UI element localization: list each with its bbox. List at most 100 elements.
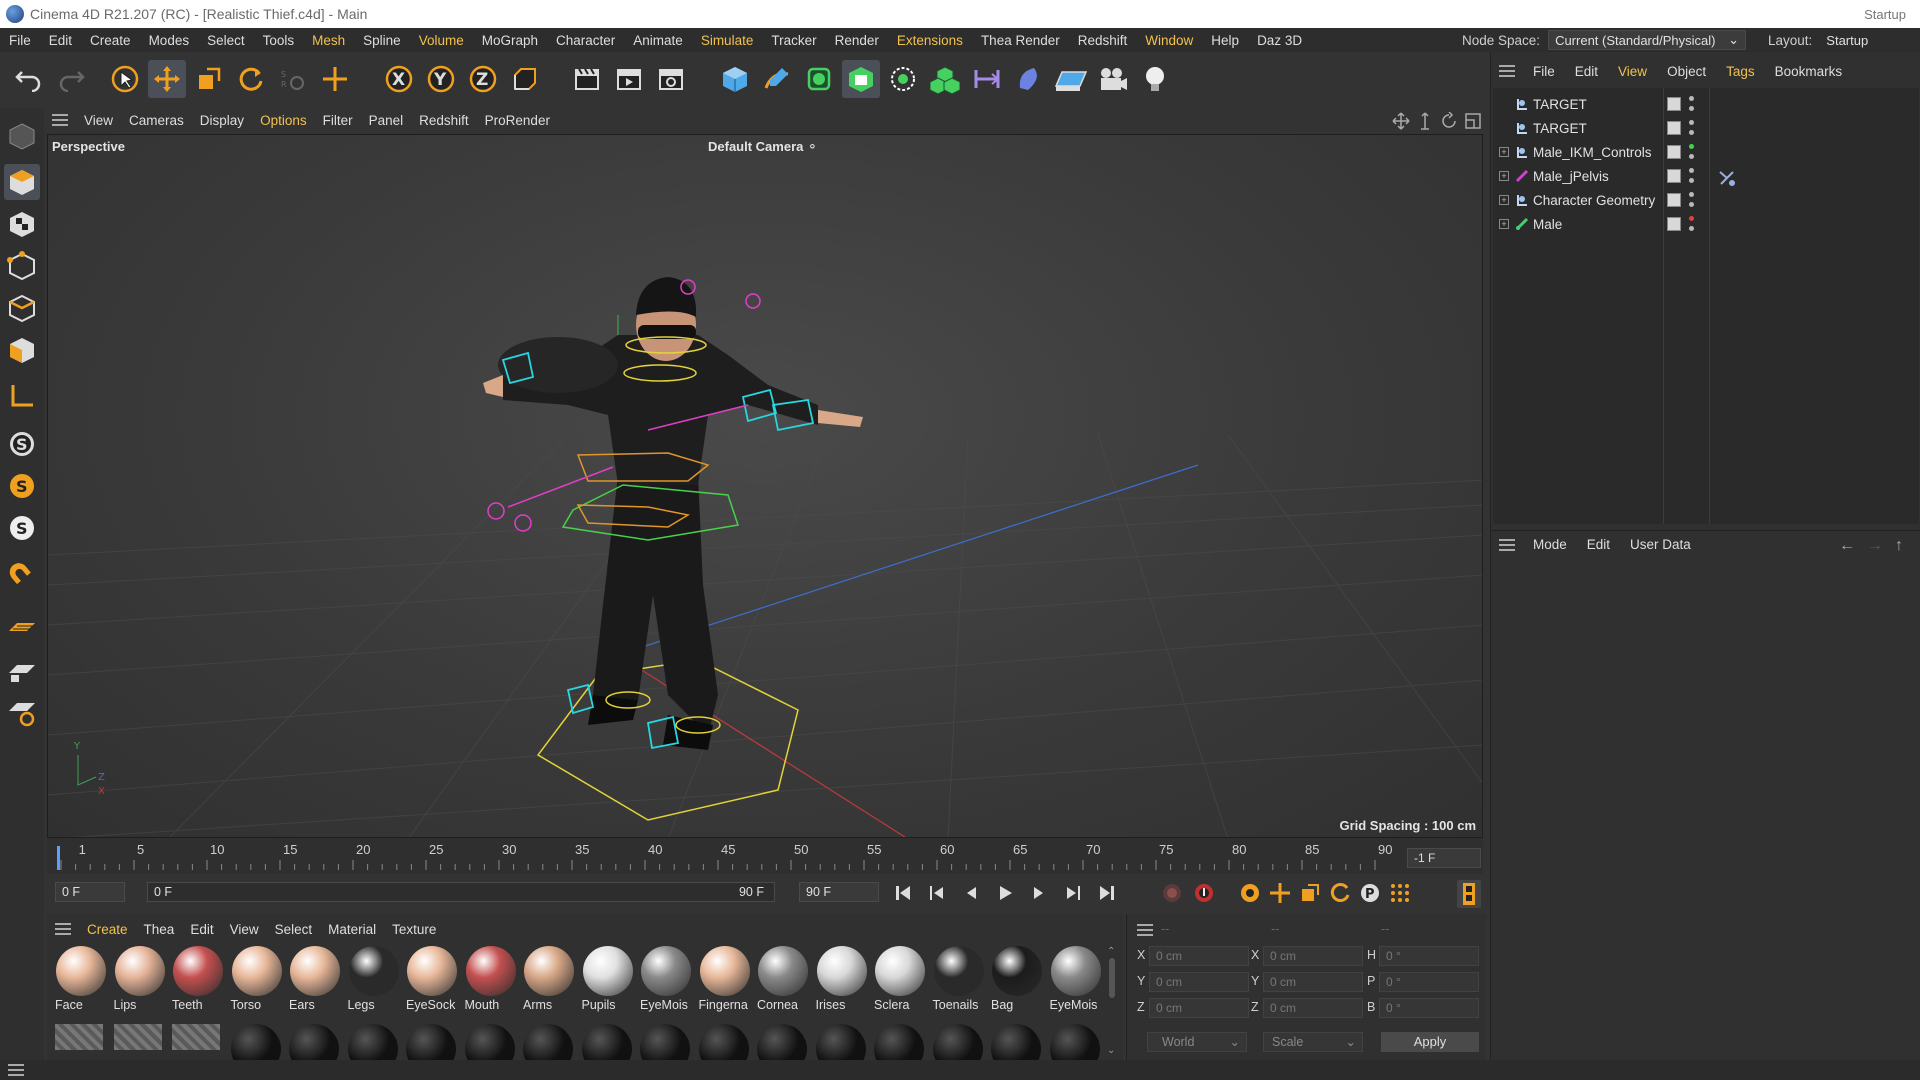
material-swatch[interactable]: Arms bbox=[521, 944, 577, 1016]
up-arrow-icon[interactable]: ↑ bbox=[1895, 537, 1903, 555]
render-visibility-dot[interactable] bbox=[1689, 130, 1694, 135]
menu-animate[interactable]: Animate bbox=[624, 33, 692, 48]
editor-visibility-dot[interactable] bbox=[1689, 216, 1694, 221]
planar-workplane-button[interactable] bbox=[4, 694, 40, 730]
previous-frame-icon[interactable] bbox=[961, 883, 981, 903]
editor-visibility-dot[interactable] bbox=[1689, 120, 1694, 125]
viewport-camera-label[interactable]: Default Camera ⚬ bbox=[708, 139, 818, 155]
go-to-start-icon[interactable] bbox=[893, 883, 913, 903]
object-row[interactable]: + Male_jPelvis bbox=[1493, 164, 1919, 188]
timeline-ruler[interactable]: 1 5 10 15 20 25 30 35 40 45 50 55 60 65 70 75 80 85 90 -1 … bbox=[47, 838, 1483, 874]
material-scrollbar[interactable]: ⌃ ⌄ bbox=[1107, 946, 1117, 1056]
mograph-button[interactable] bbox=[926, 60, 964, 98]
keyframe-selection-icon[interactable] bbox=[1239, 882, 1261, 904]
material-swatch[interactable]: EyeSock bbox=[404, 944, 460, 1016]
frame-range-slider[interactable]: 0 F 90 F bbox=[147, 882, 775, 902]
material-swatch[interactable]: EyeMois bbox=[1048, 944, 1104, 1016]
object-manager-menu-icon[interactable] bbox=[1499, 65, 1515, 77]
viewport-menu-cameras[interactable]: Cameras bbox=[121, 113, 192, 128]
3d-viewport[interactable]: Y Z X Perspective Default Camera ⚬ Grid … bbox=[47, 134, 1483, 838]
material-swatch[interactable]: Toenails bbox=[931, 944, 987, 1016]
material-swatch-row2[interactable] bbox=[932, 1024, 983, 1074]
object-menu-object[interactable]: Object bbox=[1657, 64, 1716, 79]
maximize-view-icon[interactable] bbox=[1464, 112, 1482, 130]
material-swatch-row2[interactable] bbox=[55, 1024, 105, 1054]
position-key-icon[interactable] bbox=[1269, 882, 1291, 904]
material-swatch-row2[interactable] bbox=[289, 1024, 339, 1074]
material-swatch-row2[interactable] bbox=[113, 1024, 164, 1054]
render-visibility-dot[interactable] bbox=[1689, 178, 1694, 183]
material-swatch[interactable]: Pupils bbox=[580, 944, 636, 1016]
coord-size-field[interactable]: 0 cm bbox=[1263, 972, 1363, 992]
object-menu-edit[interactable]: Edit bbox=[1565, 64, 1608, 79]
material-swatch-row2[interactable] bbox=[640, 1024, 690, 1074]
scale-tool-button[interactable] bbox=[190, 60, 228, 98]
edges-mode-button[interactable] bbox=[4, 290, 40, 326]
menu-file[interactable]: File bbox=[0, 33, 40, 48]
material-swatch-row2[interactable] bbox=[464, 1024, 515, 1074]
object-menu-tags[interactable]: Tags bbox=[1716, 64, 1765, 79]
attribute-manager-menu-icon[interactable] bbox=[1499, 538, 1515, 551]
edit-check-icon[interactable] bbox=[1667, 217, 1681, 231]
back-arrow-icon[interactable]: ← bbox=[1839, 537, 1855, 555]
menu-character[interactable]: Character bbox=[547, 33, 624, 48]
subdivision-surface-button[interactable] bbox=[800, 60, 838, 98]
render-settings-button[interactable] bbox=[652, 60, 690, 98]
edit-check-icon[interactable] bbox=[1667, 121, 1681, 135]
expand-icon[interactable]: + bbox=[1499, 195, 1509, 205]
next-key-icon[interactable] bbox=[1063, 883, 1083, 903]
render-visibility-dot[interactable] bbox=[1689, 202, 1694, 207]
viewport-menu-icon[interactable] bbox=[52, 114, 68, 126]
viewport-menu-filter[interactable]: Filter bbox=[315, 113, 361, 128]
menu-thea-render[interactable]: Thea Render bbox=[972, 33, 1069, 48]
polygons-mode-button[interactable] bbox=[4, 332, 40, 368]
render-to-picture-viewer-button[interactable] bbox=[610, 60, 648, 98]
object-row[interactable]: TARGET bbox=[1493, 92, 1919, 116]
texture-mode-button[interactable] bbox=[4, 206, 40, 242]
object-menu-bookmarks[interactable]: Bookmarks bbox=[1765, 64, 1853, 79]
material-swatch-row2[interactable] bbox=[874, 1024, 924, 1074]
edit-check-icon[interactable] bbox=[1667, 97, 1681, 111]
edit-check-icon[interactable] bbox=[1667, 193, 1681, 207]
material-menu-texture[interactable]: Texture bbox=[384, 922, 444, 937]
camera-button[interactable] bbox=[1094, 60, 1132, 98]
menu-extensions[interactable]: Extensions bbox=[888, 33, 972, 48]
menu-help[interactable]: Help bbox=[1202, 33, 1248, 48]
scale-key-icon[interactable] bbox=[1299, 882, 1321, 904]
viewport-menu-panel[interactable]: Panel bbox=[361, 113, 412, 128]
object-row[interactable]: + Male_IKM_Controls bbox=[1493, 140, 1919, 164]
next-frame-icon[interactable] bbox=[1029, 883, 1049, 903]
material-swatch[interactable]: EyeMois bbox=[638, 944, 694, 1016]
rotate-view-icon[interactable] bbox=[1440, 112, 1458, 130]
object-menu-view[interactable]: View bbox=[1608, 64, 1657, 79]
zoom-view-icon[interactable] bbox=[1416, 112, 1434, 130]
material-swatch[interactable]: Bag bbox=[989, 944, 1045, 1016]
material-swatch[interactable]: Mouth bbox=[463, 944, 519, 1016]
viewport-menu-options[interactable]: Options bbox=[252, 113, 315, 128]
coord-system-select[interactable]: World ⌄ bbox=[1147, 1032, 1247, 1052]
forward-arrow-icon[interactable]: → bbox=[1867, 537, 1883, 555]
coordinate-system-button[interactable] bbox=[506, 60, 544, 98]
points-mode-button[interactable] bbox=[4, 248, 40, 284]
go-to-end-icon[interactable] bbox=[1097, 883, 1117, 903]
expand-icon[interactable]: + bbox=[1499, 147, 1509, 157]
workplane-button[interactable] bbox=[4, 610, 40, 646]
pen-spline-button[interactable] bbox=[758, 60, 796, 98]
coord-mode-select[interactable]: Scale ⌄ bbox=[1263, 1032, 1363, 1052]
material-swatch-row2[interactable] bbox=[581, 1024, 632, 1074]
parameter-key-icon[interactable]: P bbox=[1359, 882, 1381, 904]
menu-edit[interactable]: Edit bbox=[40, 33, 81, 48]
material-manager-menu-icon[interactable] bbox=[55, 923, 71, 935]
edit-check-icon[interactable] bbox=[1667, 169, 1681, 183]
edit-check-icon[interactable] bbox=[1667, 145, 1681, 159]
recent-tools-button[interactable]: SR bbox=[274, 60, 312, 98]
material-swatch-row2[interactable] bbox=[347, 1024, 398, 1074]
menu-mesh[interactable]: Mesh bbox=[303, 33, 354, 48]
scroll-down-icon[interactable]: ⌄ bbox=[1107, 1045, 1115, 1056]
render-view-button[interactable] bbox=[568, 60, 606, 98]
viewport-menu-prorender[interactable]: ProRender bbox=[477, 113, 558, 128]
material-swatch-row2[interactable] bbox=[172, 1024, 222, 1054]
menu-volume[interactable]: Volume bbox=[410, 33, 473, 48]
material-swatch[interactable]: Lips bbox=[112, 944, 168, 1016]
live-selection-button[interactable] bbox=[106, 60, 144, 98]
